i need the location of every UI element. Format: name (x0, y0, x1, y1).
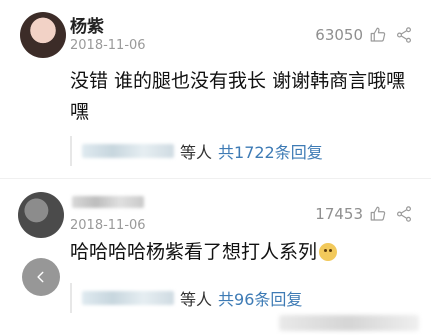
username[interactable]: 杨紫 (70, 12, 104, 37)
reply-suffix: 等人 (180, 143, 213, 162)
reply-summary[interactable]: 等人 共96条回复 (70, 283, 415, 313)
dog-emoji-icon (319, 243, 338, 261)
thumbs-up-icon[interactable] (369, 205, 387, 223)
thumbs-up-icon[interactable] (369, 26, 387, 44)
reply-summary[interactable]: 等人 共1722条回复 (70, 136, 415, 166)
back-chevron-icon (37, 271, 44, 283)
reply-suffix: 等人 (180, 290, 213, 309)
blurred-username (72, 196, 144, 208)
blurred-replier-names (82, 291, 174, 305)
share-icon[interactable] (395, 205, 413, 223)
comment-item: 2018-11-06 17453 哈哈哈哈杨紫看了想打人系列 等人 共96条回复 (0, 178, 431, 335)
avatar[interactable] (20, 12, 66, 58)
comment-date: 2018-11-06 (70, 38, 146, 53)
comment-text: 哈哈哈哈杨紫看了想打人系列 (70, 237, 415, 268)
like-count: 63050 (315, 26, 363, 44)
blurred-replier-names (82, 144, 174, 158)
comment-item: 杨紫 2018-11-06 63050 没错 谁的腿也没有我长 谢谢韩商言哦嘿嘿… (0, 0, 431, 178)
reply-count-link[interactable]: 共96条回复 (218, 286, 302, 310)
avatar[interactable] (18, 192, 64, 238)
reply-count-link[interactable]: 共1722条回复 (218, 139, 323, 163)
comment-text: 没错 谁的腿也没有我长 谢谢韩商言哦嘿嘿 (70, 70, 406, 123)
blurred-watermark (279, 315, 419, 331)
comment-text-content: 哈哈哈哈杨紫看了想打人系列 (70, 241, 318, 263)
back-button[interactable] (22, 258, 60, 296)
share-icon[interactable] (395, 26, 413, 44)
comment-date: 2018-11-06 (70, 218, 146, 233)
like-count: 17453 (315, 205, 363, 223)
